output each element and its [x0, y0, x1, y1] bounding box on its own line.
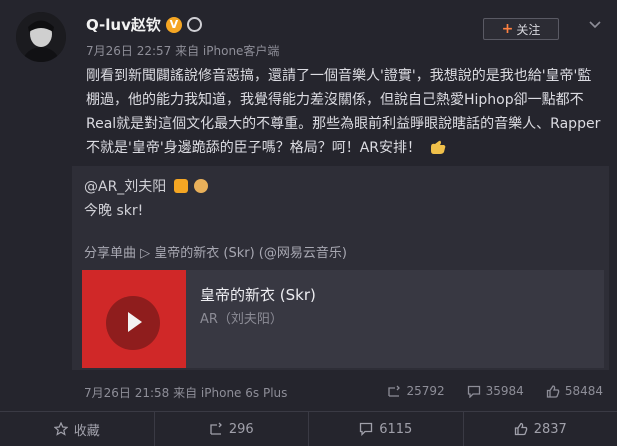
comment-stat[interactable]: 35984	[467, 384, 524, 398]
post-text-body: 剛看到新聞闢謠說修音惡搞，還請了一個音樂人'證實'，我想說的是我也給'皇帝'監棚…	[86, 68, 601, 156]
repost-action-count: 296	[228, 421, 254, 437]
repost-stat[interactable]: 25792	[387, 384, 445, 398]
plus-icon: +	[501, 21, 514, 37]
weibo-post: Q-luv赵钦 V 7月26日 22:57 来自 iPhone客户端 + 关注 …	[0, 0, 617, 446]
repost-user[interactable]: @AR_刘夫阳	[84, 176, 209, 196]
share-song-link[interactable]: 分享单曲 ▷ 皇帝的新衣 (Skr) (@网易云音乐)	[84, 242, 347, 261]
repost-text: 今晚 skr!	[84, 203, 144, 219]
like-count: 58484	[564, 384, 603, 398]
repost-icon	[387, 385, 401, 398]
repost-meta: 7月26日 21:58 来自 iPhone 6s Plus	[84, 386, 288, 400]
like-stat[interactable]: 58484	[546, 384, 603, 398]
medal-icon	[186, 17, 202, 32]
repost-card[interactable]: @AR_刘夫阳 今晚 skr! 分享单曲 ▷ 皇帝的新衣 (Skr) (@网易云…	[72, 166, 609, 370]
medal-icon	[194, 179, 209, 193]
repost-stats: 25792 35984 58484	[387, 384, 603, 398]
comment-action-count: 6115	[379, 421, 413, 437]
repost-icon	[209, 422, 223, 436]
song-title[interactable]: 皇帝的新衣 (Skr)	[200, 284, 316, 305]
song-artist: AR（刘夫阳）	[200, 312, 283, 327]
verified-badge-icon: V	[165, 16, 182, 33]
music-card[interactable]: 皇帝的新衣 (Skr) AR（刘夫阳）	[82, 270, 604, 368]
chevron-down-icon[interactable]	[588, 18, 602, 32]
repost-button[interactable]: 296	[153, 412, 309, 446]
username-text[interactable]: Q-luv赵钦	[86, 14, 161, 35]
favorite-button[interactable]: 收藏	[0, 412, 154, 446]
thumbs-up-icon	[514, 422, 528, 436]
play-icon[interactable]	[128, 312, 142, 332]
thumbs-emoji-icon	[429, 139, 447, 155]
post-text: 剛看到新聞闢謠說修音惡搞，還請了一個音樂人'證實'，我想說的是我也給'皇帝'監棚…	[86, 64, 602, 160]
avatar[interactable]	[16, 12, 66, 62]
verified-badge-icon	[173, 179, 188, 193]
follow-button[interactable]: + 关注	[483, 18, 559, 40]
username[interactable]: Q-luv赵钦 V	[86, 14, 202, 35]
comment-button[interactable]: 6115	[308, 412, 463, 446]
album-cover[interactable]	[82, 270, 186, 368]
star-icon	[53, 422, 68, 436]
comment-count: 35984	[485, 384, 524, 398]
favorite-label: 收藏	[73, 423, 100, 439]
like-button[interactable]: 2837	[462, 412, 617, 446]
repost-username[interactable]: @AR_刘夫阳	[84, 179, 166, 195]
thumbs-up-icon	[546, 384, 560, 398]
repost-count: 25792	[406, 384, 445, 398]
action-bar: 收藏 296 6115 2837	[0, 412, 617, 446]
like-action-count: 2837	[533, 421, 567, 437]
post-meta: 7月26日 22:57 来自 iPhone客户端	[86, 44, 280, 58]
comment-icon	[359, 422, 373, 436]
follow-label: 关注	[516, 22, 541, 37]
comment-icon	[467, 385, 481, 398]
